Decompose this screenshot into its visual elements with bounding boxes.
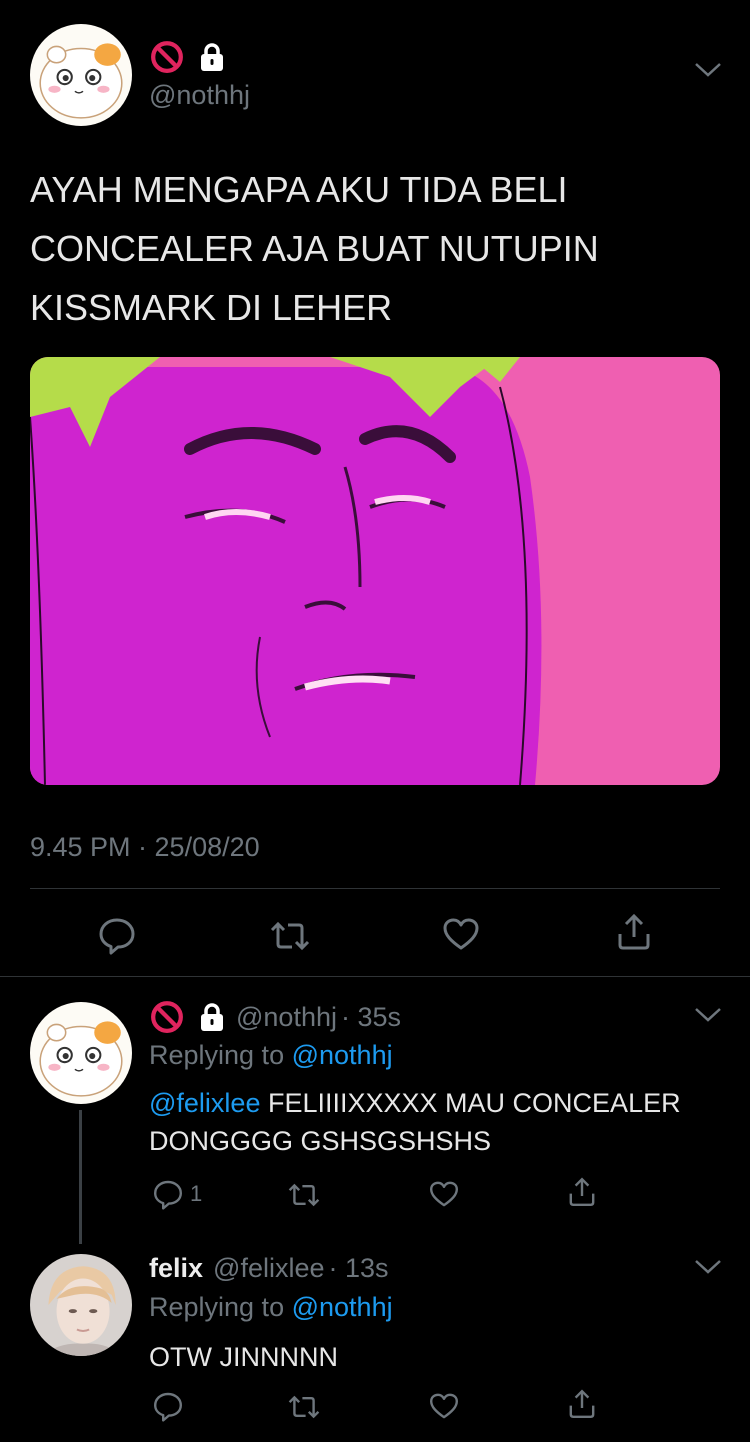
like-button[interactable] [441,914,481,954]
person-avatar-image [30,1254,132,1356]
share-button[interactable] [614,912,654,952]
reply-text: OTW JINNNNN [149,1342,338,1372]
divider [30,888,720,889]
reply-button[interactable]: 1 [152,1178,202,1210]
share-button[interactable] [566,1388,598,1420]
tweet-text: AYAH MENGAPA AKU TIDA BELI CONCEALER AJA… [30,169,599,328]
divider [0,976,750,977]
reply-text: @felixlee FELIIIIXXXXX MAU CONCEALER DON… [149,1084,729,1160]
author-handle[interactable]: @nothhj [149,80,250,111]
share-icon [614,912,654,952]
reply-button[interactable] [97,915,137,955]
like-button[interactable] [428,1178,460,1210]
retweet-icon [286,1179,322,1211]
like-icon [441,914,481,954]
avatar[interactable] [30,24,132,126]
author-handle[interactable]: @nothhj [236,1002,337,1033]
replying-to-link[interactable]: @nothhj [292,1040,393,1070]
share-button[interactable] [566,1176,598,1208]
retweet-icon [268,916,312,956]
user-badges [150,40,226,74]
share-icon [566,1176,598,1208]
author-name[interactable]: felix [149,1253,203,1284]
tweet-image[interactable] [30,357,720,785]
share-icon [566,1388,598,1420]
like-button[interactable] [428,1390,460,1422]
tweet-timestamp: 9.45 PM · 25/08/20 [30,832,260,862]
replying-to-link[interactable]: @nothhj [292,1292,393,1322]
reply-time: · 35s [340,1001,402,1032]
chevron-down-icon[interactable] [694,1007,722,1023]
reply-header: @nothhj · 35s [150,1000,401,1034]
replying-to: Replying to @nothhj [149,1040,393,1071]
hamster-avatar-image [30,1002,132,1104]
reply-icon [152,1178,184,1210]
meme-image [30,357,720,785]
lock-icon [198,42,226,72]
reply-time: · 13s [328,1253,389,1283]
reply-count: 1 [190,1181,203,1206]
retweet-button[interactable] [268,916,312,956]
avatar[interactable] [30,1254,132,1356]
reply-icon [97,915,137,955]
ban-icon [150,1000,184,1034]
author-handle[interactable]: @felixlee [213,1253,324,1284]
reply-icon [152,1390,184,1422]
hamster-avatar-image [30,24,132,126]
replying-to-label: Replying to [149,1292,285,1322]
thread-connector [79,1110,82,1244]
mention-link[interactable]: @felixlee [149,1088,260,1118]
replying-to-label: Replying to [149,1040,285,1070]
lock-icon [198,1002,226,1032]
chevron-down-icon[interactable] [694,1259,722,1275]
reply-header: felix @felixlee · 13s [149,1253,389,1284]
avatar[interactable] [30,1002,132,1104]
retweet-icon [286,1391,322,1423]
ban-icon [150,40,184,74]
chevron-down-icon[interactable] [694,62,722,78]
retweet-button[interactable] [286,1391,322,1423]
reply-button[interactable] [152,1390,184,1422]
retweet-button[interactable] [286,1179,322,1211]
like-icon [428,1178,460,1210]
like-icon [428,1390,460,1422]
replying-to: Replying to @nothhj [149,1292,393,1323]
